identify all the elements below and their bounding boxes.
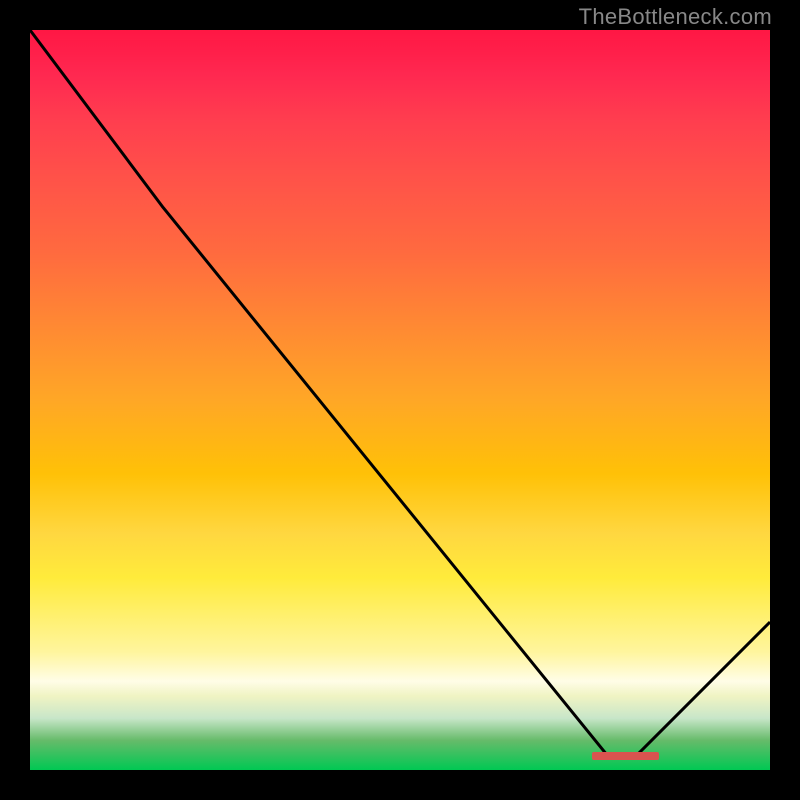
optimal-range-marker: [592, 752, 659, 760]
attribution-text: TheBottleneck.com: [579, 4, 772, 30]
plot-area: [30, 30, 770, 770]
bottleneck-curve: [30, 30, 770, 770]
